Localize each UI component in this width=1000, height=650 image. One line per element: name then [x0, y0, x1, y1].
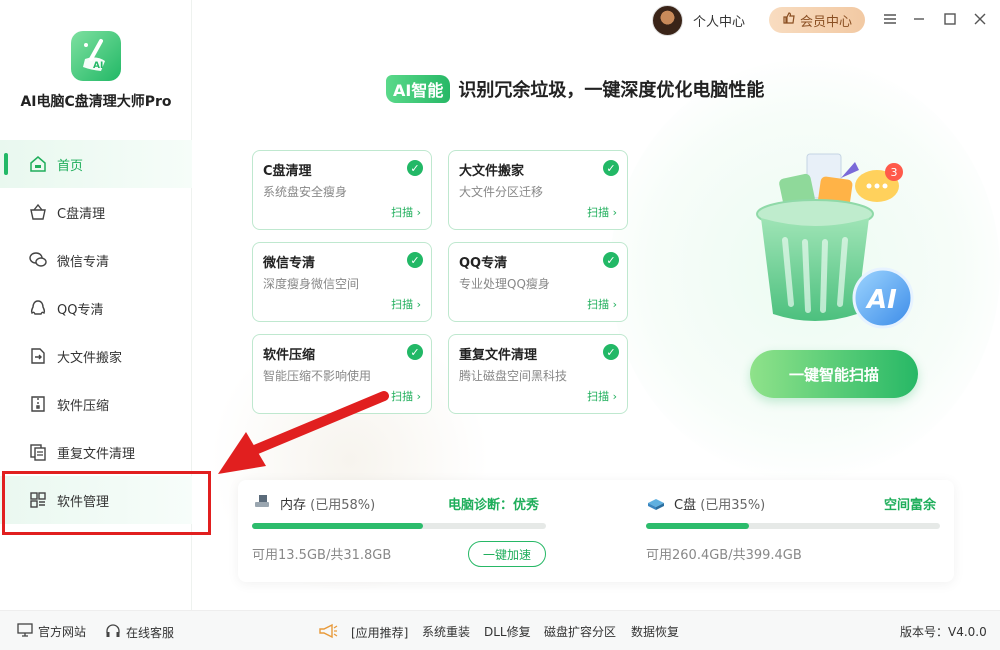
footer-link-system-reinstall[interactable]: 系统重装	[422, 623, 470, 640]
app-recommend[interactable]: [应用推荐]	[318, 623, 408, 642]
memory-progress-fill	[252, 523, 423, 529]
footer: 官方网站 在线客服 [应用推荐] 系统重装 DLL修复 磁盘扩容分区 数据恢复 …	[0, 610, 1000, 650]
disk-progress-fill	[646, 523, 749, 529]
disk-status: 空间富余	[884, 498, 937, 513]
status-panel: 内存 (已用58%) 电脑诊断：优秀 可用13.5GB/共31.8GB 一键加速…	[238, 480, 954, 582]
disk-progress-bar	[646, 523, 940, 529]
official-website-link[interactable]: 官方网站	[17, 623, 86, 640]
disk-title: C盘	[674, 498, 697, 513]
disk-usage: (已用35%)	[700, 498, 766, 513]
online-support-label: 在线客服	[126, 626, 175, 640]
app-recommend-label: [应用推荐]	[351, 626, 409, 640]
memory-label: 内存 (已用58%)	[280, 494, 375, 513]
memory-detail: 可用13.5GB/共31.8GB	[252, 548, 392, 563]
headset-icon	[105, 623, 121, 642]
memory-progress-bar	[252, 523, 546, 529]
memory-title: 内存	[280, 498, 307, 513]
footer-link-data-recovery[interactable]: 数据恢复	[631, 623, 679, 640]
disk-icon	[646, 493, 666, 515]
footer-link-disk-partition[interactable]: 磁盘扩容分区	[544, 623, 616, 640]
monitor-icon	[17, 623, 33, 640]
megaphone-icon	[318, 623, 338, 642]
diagnosis-status: 电脑诊断：优秀	[448, 498, 540, 513]
memory-icon	[253, 492, 271, 514]
online-support-link[interactable]: 在线客服	[105, 623, 174, 642]
version-label: 版本号：V4.0.0	[900, 625, 987, 639]
disk-detail: 可用260.4GB/共399.4GB	[646, 548, 802, 563]
memory-usage: (已用58%)	[310, 498, 376, 513]
official-website-label: 官方网站	[38, 625, 87, 639]
disk-label: C盘 (已用35%)	[674, 494, 765, 513]
footer-link-dll-repair[interactable]: DLL修复	[484, 623, 531, 640]
speed-up-button[interactable]: 一键加速	[468, 541, 546, 567]
